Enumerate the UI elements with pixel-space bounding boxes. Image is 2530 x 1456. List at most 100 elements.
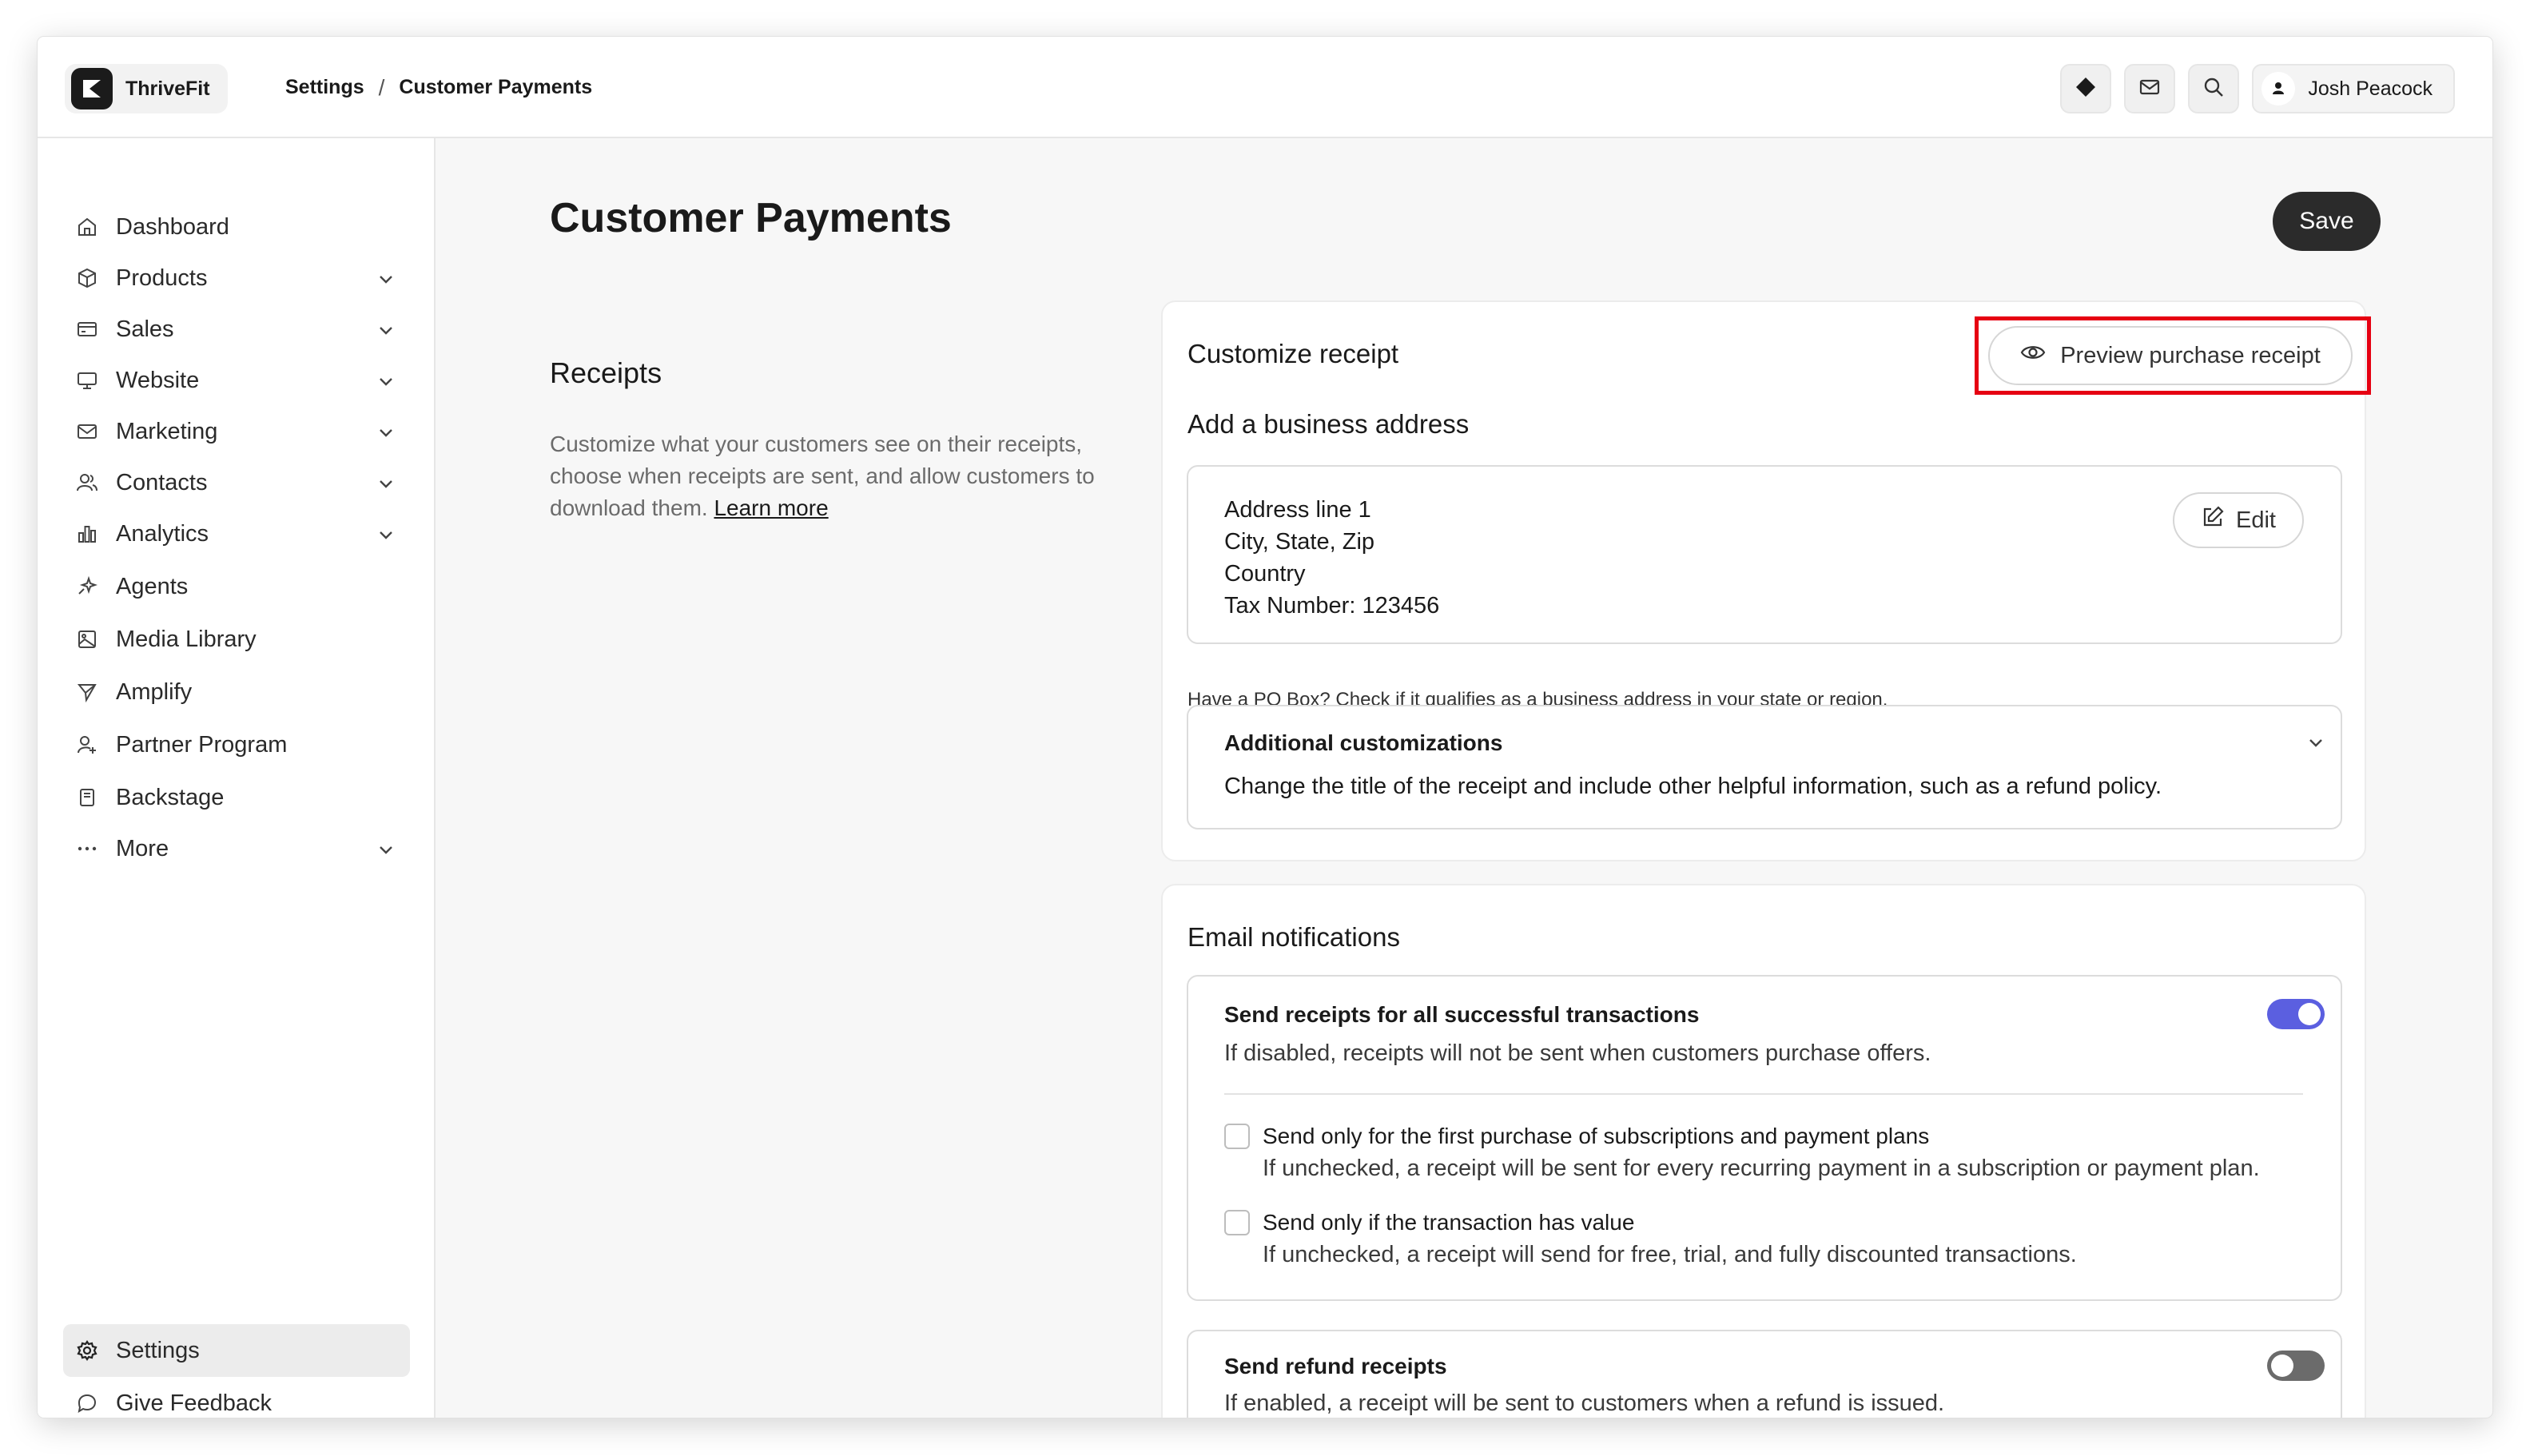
breadcrumb-settings[interactable]: Settings xyxy=(285,76,364,99)
receipts-title: Receipts xyxy=(550,356,662,389)
sidebar-item-label: Settings xyxy=(116,1337,200,1363)
more-icon xyxy=(76,837,98,860)
breadcrumb: Settings / Customer Payments xyxy=(285,37,592,138)
address-heading: Add a business address xyxy=(1187,409,1470,439)
additional-customizations-panel[interactable] xyxy=(1187,705,2342,829)
all-receipts-title: Send receipts for all successful transac… xyxy=(1224,1002,1700,1027)
all-receipts-desc: If disabled, receipts will not be sent w… xyxy=(1224,1040,1931,1066)
learn-more-link[interactable]: Learn more xyxy=(714,495,828,520)
save-button[interactable]: Save xyxy=(2273,192,2381,251)
chevron-down-icon[interactable] xyxy=(2305,732,2326,757)
address-country: Country xyxy=(1224,561,1306,587)
has-value-title: Send only if the transaction has value xyxy=(1263,1210,1635,1235)
chevron-down-icon xyxy=(376,371,396,397)
sidebar-item-label: Products xyxy=(116,265,208,291)
home-icon xyxy=(76,216,98,238)
all-receipts-toggle[interactable] xyxy=(2267,999,2325,1029)
sidebar-item-contacts[interactable]: Contacts xyxy=(63,458,410,507)
highlight-box xyxy=(1975,316,2371,395)
sidebar-item-label: Media Library xyxy=(116,626,257,652)
brand-logo-icon xyxy=(71,68,113,109)
toggle-knob xyxy=(2271,1355,2293,1377)
users-icon xyxy=(76,471,98,494)
first-purchase-checkbox[interactable] xyxy=(1224,1124,1250,1149)
sidebar-item-dashboard[interactable]: Dashboard xyxy=(63,202,410,252)
mail-icon xyxy=(76,420,98,443)
first-purchase-title: Send only for the first purchase of subs… xyxy=(1263,1124,1930,1148)
monitor-icon xyxy=(76,369,98,392)
image-icon xyxy=(76,628,98,650)
edit-icon xyxy=(2201,505,2225,535)
user-menu-button[interactable]: Josh Peacock xyxy=(2252,64,2455,113)
sidebar-item-more[interactable]: More xyxy=(63,824,410,873)
sidebar-item-label: Website xyxy=(116,367,200,393)
app-window: ThriveFit Settings / Customer Payments J… xyxy=(38,37,2492,1418)
receipts-description: Customize what your customers see on the… xyxy=(550,428,1141,524)
card-icon xyxy=(76,318,98,340)
refund-receipts-title: Send refund receipts xyxy=(1224,1354,1447,1378)
sidebar-item-label: Analytics xyxy=(116,520,209,547)
sidebar-item-agents[interactable]: Agents xyxy=(63,562,410,611)
sidebar-item-backstage[interactable]: Backstage xyxy=(63,773,410,822)
chevron-down-icon xyxy=(376,422,396,448)
page-title: Customer Payments xyxy=(550,195,952,241)
chat-icon xyxy=(76,1392,98,1414)
mail-icon xyxy=(2138,76,2161,102)
has-value-desc: If unchecked, a receipt will send for fr… xyxy=(1263,1242,2077,1267)
diamond-icon xyxy=(2075,76,2097,102)
sparkle-icon xyxy=(76,575,98,598)
send-icon xyxy=(76,681,98,703)
first-purchase-desc: If unchecked, a receipt will be sent for… xyxy=(1263,1156,2260,1181)
search-button[interactable] xyxy=(2188,64,2240,113)
sidebar-item-amplify[interactable]: Amplify xyxy=(63,667,410,717)
breadcrumb-separator: / xyxy=(378,74,385,100)
additional-customizations-desc: Change the title of the receipt and incl… xyxy=(1224,774,2162,799)
sidebar-item-label: Amplify xyxy=(116,678,193,705)
sidebar-item-label: Contacts xyxy=(116,469,208,495)
sidebar-item-products[interactable]: Products xyxy=(63,253,410,303)
edit-label: Edit xyxy=(2236,507,2276,533)
sidebar-item-label: Give Feedback xyxy=(116,1390,272,1416)
edit-address-button[interactable]: Edit xyxy=(2173,492,2304,548)
chevron-down-icon xyxy=(376,269,396,295)
sidebar: Dashboard Products Sales Website Marketi… xyxy=(38,138,436,1418)
chevron-down-icon xyxy=(376,473,396,499)
sidebar-item-label: More xyxy=(116,835,169,861)
chevron-down-icon xyxy=(376,320,396,346)
chart-icon xyxy=(76,523,98,545)
sidebar-item-website[interactable]: Website xyxy=(63,356,410,405)
top-bar: ThriveFit Settings / Customer Payments J… xyxy=(38,37,2492,138)
email-notifications-title: Email notifications xyxy=(1187,922,1400,952)
sidebar-item-label: Partner Program xyxy=(116,731,288,758)
sidebar-item-sales[interactable]: Sales xyxy=(63,304,410,354)
chevron-down-icon xyxy=(376,524,396,551)
refund-receipts-desc: If enabled, a receipt will be sent to cu… xyxy=(1224,1390,1945,1416)
sidebar-item-analytics[interactable]: Analytics xyxy=(63,509,410,559)
sidebar-item-label: Backstage xyxy=(116,784,225,810)
box-icon xyxy=(76,267,98,289)
toggle-knob xyxy=(2298,1003,2321,1025)
sidebar-item-media-library[interactable]: Media Library xyxy=(63,615,410,664)
sidebar-item-label: Dashboard xyxy=(116,213,229,240)
sidebar-item-label: Sales xyxy=(116,316,174,342)
partner-icon xyxy=(76,734,98,756)
additional-customizations-title: Additional customizations xyxy=(1224,730,1503,755)
sidebar-item-label: Marketing xyxy=(116,418,218,444)
sidebar-item-give-feedback[interactable]: Give Feedback xyxy=(63,1378,410,1418)
book-icon xyxy=(76,786,98,809)
sidebar-item-partner-program[interactable]: Partner Program xyxy=(63,720,410,770)
avatar xyxy=(2261,72,2296,105)
brand-name: ThriveFit xyxy=(125,77,210,100)
breadcrumb-current: Customer Payments xyxy=(399,76,593,98)
has-value-checkbox[interactable] xyxy=(1224,1210,1250,1235)
sidebar-item-settings[interactable]: Settings xyxy=(63,1324,410,1377)
address-city: City, State, Zip xyxy=(1224,529,1375,555)
upgrade-button[interactable] xyxy=(2060,64,2112,113)
user-name: Josh Peacock xyxy=(2308,77,2433,100)
inbox-button[interactable] xyxy=(2124,64,2176,113)
brand-switcher[interactable]: ThriveFit xyxy=(65,64,228,113)
gear-icon xyxy=(76,1339,98,1362)
sidebar-item-marketing[interactable]: Marketing xyxy=(63,407,410,456)
refund-receipts-toggle[interactable] xyxy=(2267,1351,2325,1381)
search-icon xyxy=(2202,76,2225,102)
